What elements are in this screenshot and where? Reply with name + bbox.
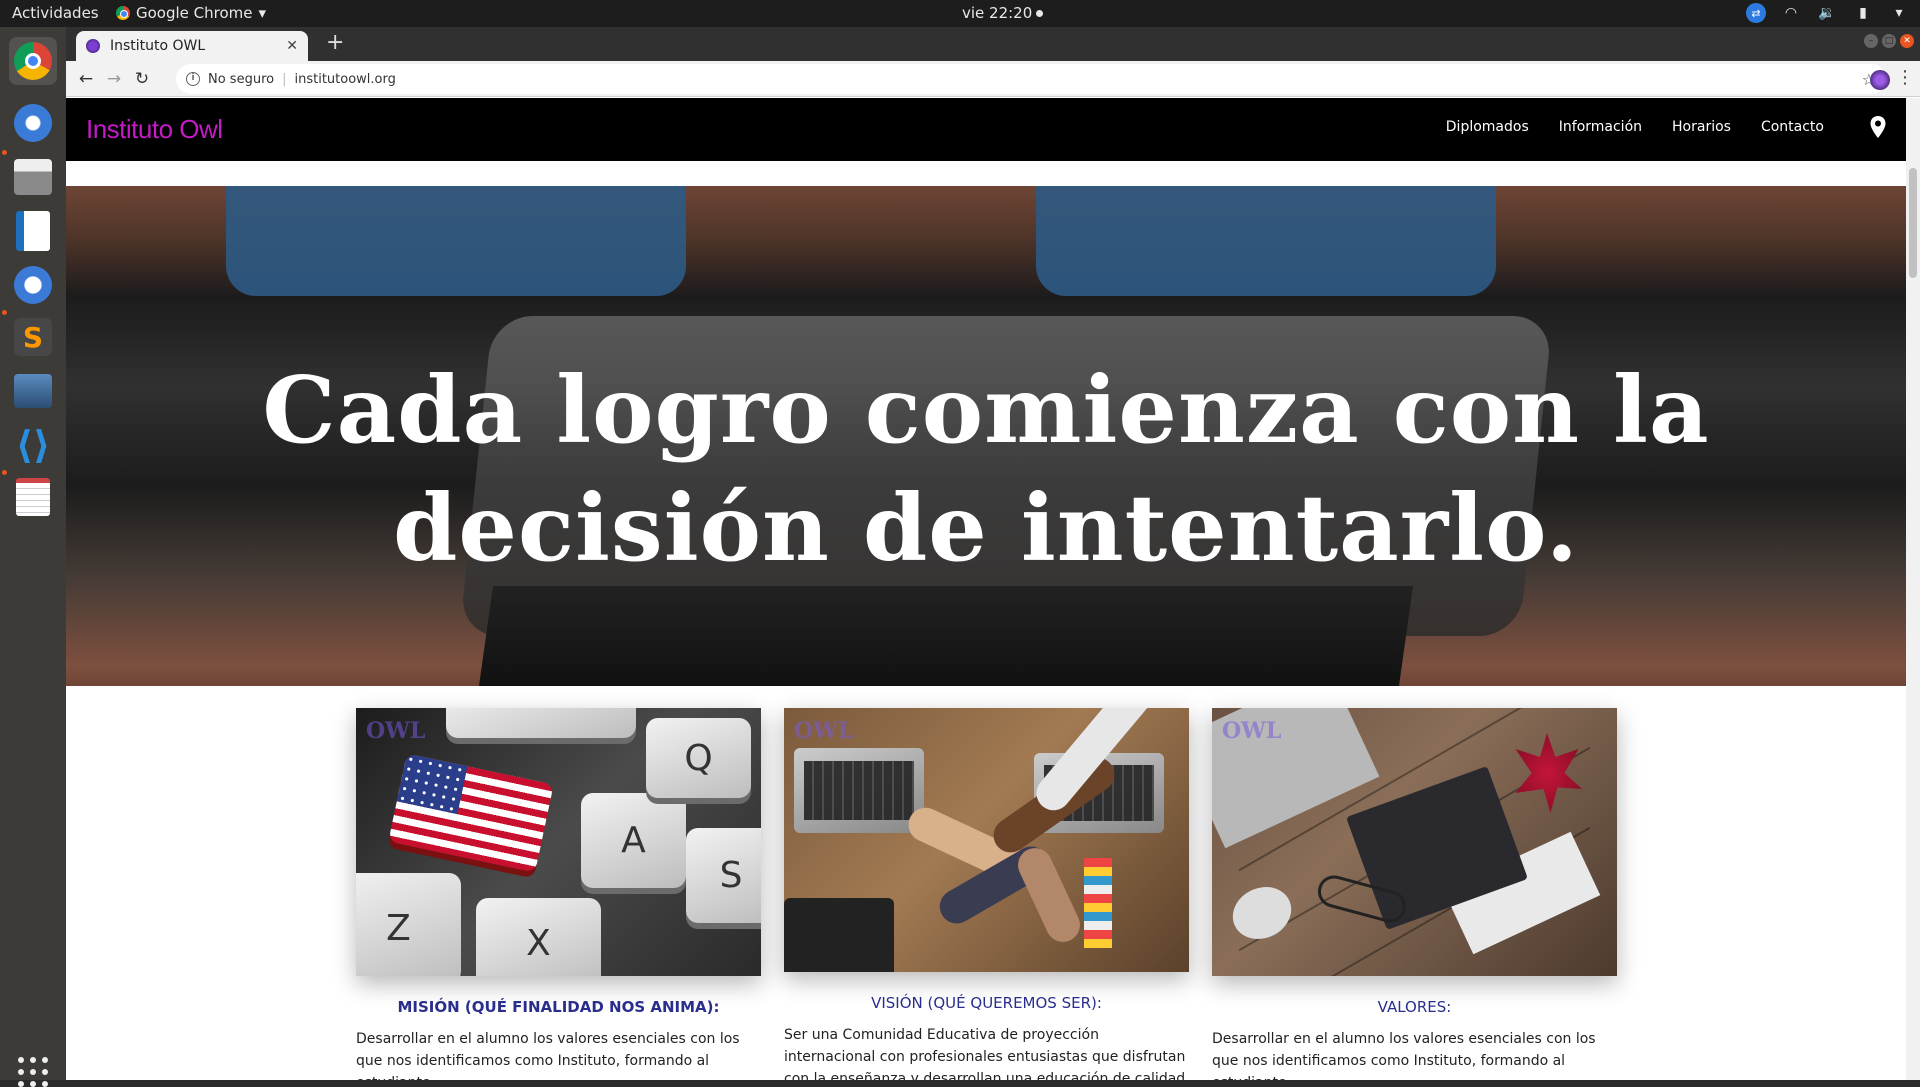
dock-sublime-icon[interactable]: S — [9, 313, 57, 361]
paper-shape — [1224, 877, 1300, 949]
url-text: institutoowl.org — [294, 71, 396, 87]
location-pin-icon[interactable] — [1870, 116, 1886, 138]
new-tab-button[interactable]: + — [326, 30, 344, 55]
card-vision: OWL VISIÓN (QUÉ QUEREMOS SER): Ser una C… — [784, 708, 1189, 1080]
tab-strip: Instituto OWL ✕ + – □ ✕ — [66, 27, 1920, 61]
hero-background-shape — [226, 186, 686, 296]
dock-writer-icon[interactable] — [9, 207, 57, 255]
back-button[interactable]: ← — [72, 69, 100, 89]
site-menu: Diplomados Información Horarios Contacto — [1446, 119, 1824, 135]
dock-chrome-icon[interactable] — [9, 37, 57, 85]
dock-chromium-icon[interactable] — [9, 261, 57, 309]
chrome-icon — [116, 6, 130, 20]
card-title: MISIÓN (QUÉ FINALIDAD NOS ANIMA): — [397, 998, 720, 1016]
card-text: Desarrollar en el alumno los valores ese… — [1212, 1031, 1596, 1080]
close-icon[interactable]: ✕ — [286, 38, 298, 54]
app-menu[interactable]: Google Chrome ▾ — [116, 4, 266, 22]
laptop-shape — [784, 898, 894, 972]
forward-button[interactable]: → — [100, 69, 128, 89]
card-image-team: OWL — [784, 708, 1189, 972]
clock[interactable]: vie 22:20 — [962, 4, 1044, 22]
clock-label: vie 22:20 — [962, 4, 1033, 22]
info-icon[interactable]: i — [186, 72, 200, 86]
volume-icon[interactable]: 🔉 — [1816, 3, 1838, 23]
card-text: Ser una Comunidad Educativa de proyecció… — [784, 1027, 1186, 1080]
notification-dot-icon — [1036, 10, 1044, 17]
page-viewport: Instituto Owl Diplomados Información Hor… — [66, 98, 1920, 1080]
card-title: VISIÓN (QUÉ QUEREMOS SER): — [871, 994, 1102, 1012]
battery-icon[interactable]: ▮ — [1852, 3, 1874, 23]
card-image-keyboard: Z X A S Q OWL — [356, 708, 761, 976]
show-applications-icon[interactable] — [18, 1057, 48, 1087]
key-s: S — [686, 828, 761, 923]
browser-toolbar: ← → ↻ i No seguro | institutoowl.org ☆ — [66, 61, 1920, 97]
dock-vscode-icon[interactable]: ⟨⟩ — [9, 421, 57, 469]
hero-banner: Cada logro comienza con la decisión de i… — [66, 186, 1906, 686]
browser-window: Instituto OWL ✕ + – □ ✕ ← → ↻ i No segur… — [66, 27, 1920, 1080]
profile-avatar[interactable] — [1870, 70, 1890, 90]
separator: | — [282, 71, 287, 87]
minimize-button[interactable]: – — [1864, 34, 1878, 48]
color-stripes-shape — [1084, 858, 1112, 948]
hero-heading: Cada logro comienza con la decisión de i… — [66, 351, 1906, 587]
system-tray[interactable]: ⇄ ◠ 🔉 ▮ ▾ — [1746, 3, 1910, 23]
card-text: Desarrollar en el alumno los valores ese… — [356, 1031, 740, 1080]
leaf-shape — [1515, 733, 1582, 813]
card-mision: Z X A S Q OWL MISIÓN (QUÉ FINALIDAD NOS … — [356, 708, 761, 1080]
tab-instituto-owl[interactable]: Instituto OWL ✕ — [76, 31, 308, 61]
nav-contacto[interactable]: Contacto — [1761, 119, 1824, 135]
dock-thunderbird-icon[interactable] — [9, 99, 57, 147]
running-indicator-icon — [2, 470, 7, 475]
key-q: Q — [646, 718, 751, 798]
card-valores: OWL VALORES: Desarrollar en el alumno lo… — [1212, 708, 1617, 1080]
system-top-bar: Actividades Google Chrome ▾ vie 22:20 ⇄ … — [0, 0, 1920, 27]
arm-shape — [1012, 842, 1086, 948]
key-x: X — [476, 898, 601, 976]
hero-line-1: Cada logro comienza con la — [262, 356, 1710, 464]
owl-watermark: OWL — [1222, 718, 1282, 744]
dock-files-icon[interactable] — [9, 153, 57, 201]
hero-background-shape — [478, 586, 1414, 686]
page-scrollbar[interactable] — [1906, 98, 1920, 1080]
owl-watermark: OWL — [794, 718, 854, 744]
card-title: VALORES: — [1377, 998, 1452, 1016]
owl-watermark: OWL — [366, 718, 426, 744]
wifi-icon[interactable]: ◠ — [1780, 3, 1802, 23]
app-menu-label: Google Chrome — [136, 4, 253, 22]
key-top — [446, 708, 636, 738]
card-image-desk: OWL — [1212, 708, 1617, 976]
dock: S ⟨⟩ — [0, 27, 66, 1087]
scrollbar-thumb[interactable] — [1909, 168, 1917, 278]
hero-line-2: decisión de intentarlo. — [393, 474, 1579, 582]
us-flag-icon — [388, 753, 554, 873]
laptop-shape — [794, 748, 924, 833]
running-indicator-icon — [2, 310, 7, 315]
site-brand[interactable]: Instituto Owl — [86, 114, 223, 145]
cards-section: Z X A S Q OWL MISIÓN (QUÉ FINALIDAD NOS … — [356, 708, 1656, 1080]
nav-informacion[interactable]: Información — [1559, 119, 1642, 135]
menu-kebab-icon[interactable]: ⋮ — [1896, 67, 1914, 88]
hero-background-shape — [1036, 186, 1496, 296]
dock-remote-desktop-icon[interactable] — [9, 367, 57, 415]
nav-diplomados[interactable]: Diplomados — [1446, 119, 1529, 135]
nav-horarios[interactable]: Horarios — [1672, 119, 1731, 135]
key-z: Z — [356, 873, 461, 976]
key-a: A — [581, 793, 686, 888]
address-bar[interactable]: i No seguro | institutoowl.org ☆ — [176, 64, 1886, 94]
chevron-down-icon[interactable]: ▾ — [1888, 3, 1910, 23]
security-label: No seguro — [208, 71, 275, 87]
site-navbar: Instituto Owl Diplomados Información Hor… — [66, 98, 1906, 161]
favicon-icon — [86, 39, 100, 53]
activities-button[interactable]: Actividades — [12, 4, 99, 22]
tab-title: Instituto OWL — [110, 38, 206, 54]
dock-text-editor-icon[interactable] — [9, 473, 57, 521]
close-window-button[interactable]: ✕ — [1900, 34, 1914, 48]
chevron-down-icon: ▾ — [258, 4, 267, 22]
reload-button[interactable]: ↻ — [128, 69, 156, 89]
window-controls: – □ ✕ — [1864, 34, 1914, 48]
teamviewer-icon[interactable]: ⇄ — [1746, 3, 1766, 23]
maximize-button[interactable]: □ — [1882, 34, 1896, 48]
running-indicator-icon — [2, 150, 7, 155]
